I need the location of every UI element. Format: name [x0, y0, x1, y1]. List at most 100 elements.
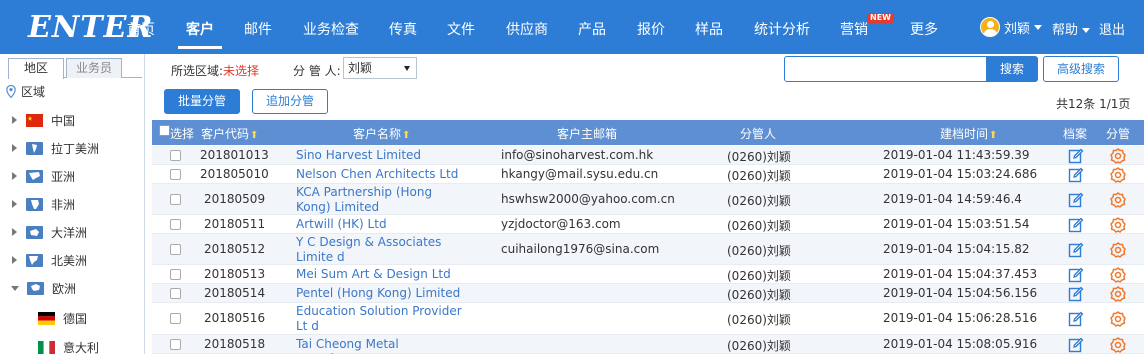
- search-button[interactable]: 搜索: [986, 56, 1038, 82]
- edit-icon[interactable]: [1068, 167, 1084, 183]
- row-checkbox[interactable]: [170, 219, 181, 230]
- nav-more[interactable]: 更多: [910, 19, 938, 39]
- customer-name-link[interactable]: Education Solution Provider Lt d: [296, 304, 468, 334]
- gear-icon[interactable]: [1110, 337, 1126, 353]
- manager-select-value: 刘颖: [348, 61, 373, 75]
- tab-salesperson[interactable]: 业务员: [66, 58, 122, 78]
- customer-name-link[interactable]: Nelson Chen Architects Ltd: [296, 167, 468, 182]
- gear-icon[interactable]: [1110, 286, 1126, 302]
- nav-customers[interactable]: 客户: [186, 19, 214, 39]
- edit-icon[interactable]: [1068, 337, 1084, 353]
- col-archive: 档案: [1063, 127, 1088, 141]
- sidebar-item-label: 欧洲: [52, 281, 77, 296]
- manager-select[interactable]: 刘颖: [343, 57, 417, 79]
- nav-fax[interactable]: 传真: [389, 19, 417, 39]
- customer-name-link[interactable]: Mei Sum Art & Design Ltd: [296, 267, 468, 282]
- select-all-checkbox[interactable]: [159, 125, 170, 136]
- table-row[interactable]: 20180509 KCA Partnership (Hong Kong) Limi…: [152, 184, 1144, 215]
- row-checkbox[interactable]: [170, 339, 181, 350]
- customer-name-link[interactable]: Y C Design & Associates Limite d: [296, 235, 468, 265]
- customer-name-link[interactable]: Tai Cheong Metal Manufactory: [296, 337, 468, 354]
- search-input[interactable]: [784, 56, 988, 82]
- nav-mail[interactable]: 邮件: [244, 19, 272, 39]
- customer-name-link[interactable]: Sino Harvest Limited: [296, 148, 468, 163]
- edit-icon[interactable]: [1068, 267, 1084, 283]
- table-row[interactable]: 20180518 Tai Cheong Metal Manufactory (026…: [152, 335, 1144, 354]
- nav-quotes[interactable]: 报价: [637, 19, 665, 39]
- tab-region[interactable]: 地区: [8, 58, 64, 79]
- gear-icon[interactable]: [1110, 217, 1126, 233]
- row-checkbox[interactable]: [170, 150, 181, 161]
- edit-icon[interactable]: [1068, 217, 1084, 233]
- nav-marketing[interactable]: 营销: [840, 19, 868, 39]
- customer-code: 20180509: [204, 192, 266, 206]
- gear-icon[interactable]: [1110, 311, 1126, 327]
- table-row[interactable]: 201801013 Sino Harvest Limited info@sinoha…: [152, 146, 1144, 165]
- sidebar-item-latin-america[interactable]: 拉丁美洲: [0, 134, 144, 162]
- nav-suppliers[interactable]: 供应商: [506, 19, 548, 39]
- col-customer-code[interactable]: 客户代码⬆: [201, 125, 258, 142]
- help-menu[interactable]: 帮助: [1052, 19, 1091, 38]
- user-menu[interactable]: 刘颖: [980, 17, 1043, 37]
- row-checkbox[interactable]: [170, 244, 181, 255]
- nav-business-check[interactable]: 业务检查: [303, 19, 359, 39]
- edit-icon[interactable]: [1068, 286, 1084, 302]
- batch-assign-button[interactable]: 批量分管: [164, 89, 240, 114]
- row-checkbox[interactable]: [170, 194, 181, 205]
- sidebar-item-europe[interactable]: 欧洲: [0, 274, 144, 302]
- customer-manager: (0260)刘颖: [727, 269, 791, 283]
- chevron-down-icon: [11, 285, 19, 291]
- row-checkbox[interactable]: [170, 313, 181, 324]
- user-name: 刘颖: [1004, 21, 1031, 37]
- table-row[interactable]: 20180512 Y C Design & Associates Limite d…: [152, 234, 1144, 265]
- sidebar-item-label: 德国: [63, 311, 88, 326]
- gear-icon[interactable]: [1110, 242, 1126, 258]
- customer-code: 201805010: [200, 167, 269, 181]
- region-tree-root[interactable]: 区域: [6, 83, 45, 100]
- sidebar-item-asia[interactable]: 亚洲: [0, 162, 144, 190]
- area-value[interactable]: 未选择: [223, 64, 259, 78]
- location-pin-icon: [6, 85, 16, 98]
- sidebar-item-italy[interactable]: 意大利: [0, 333, 144, 354]
- edit-icon[interactable]: [1068, 242, 1084, 258]
- row-checkbox[interactable]: [170, 269, 181, 280]
- edit-icon[interactable]: [1068, 148, 1084, 164]
- table-row[interactable]: 20180514 Pentel (Hong Kong) Limited (0260)…: [152, 284, 1144, 303]
- sidebar-item-china[interactable]: 中国: [0, 106, 144, 134]
- nav-products[interactable]: 产品: [578, 19, 606, 39]
- table-row[interactable]: 20180511 Artwill (HK) Ltd yzjdoctor@163.co…: [152, 215, 1144, 234]
- gear-icon[interactable]: [1110, 192, 1126, 208]
- sidebar-item-germany[interactable]: 德国: [0, 304, 144, 332]
- col-manager: 分管人: [740, 127, 777, 141]
- chevron-right-icon: [12, 228, 17, 236]
- customer-code: 20180512: [204, 242, 266, 256]
- gear-icon[interactable]: [1110, 148, 1126, 164]
- advanced-search-button[interactable]: 高级搜索: [1043, 56, 1119, 82]
- edit-icon[interactable]: [1068, 192, 1084, 208]
- sidebar-item-north-america[interactable]: 北美洲: [0, 246, 144, 274]
- customer-name-link[interactable]: KCA Partnership (Hong Kong) Limited: [296, 185, 468, 215]
- table-row[interactable]: 20180516 Education Solution Provider Lt d…: [152, 303, 1144, 335]
- logout-link[interactable]: 退出: [1099, 19, 1125, 38]
- gear-icon[interactable]: [1110, 167, 1126, 183]
- nav-samples[interactable]: 样品: [695, 19, 723, 39]
- nav-home[interactable]: 首页: [127, 19, 155, 39]
- created-time: 2019-01-04 11:43:59.39: [883, 148, 1030, 162]
- sidebar-item-label: 非洲: [51, 197, 76, 212]
- table-row[interactable]: 20180513 Mei Sum Art & Design Ltd (0260)刘颖…: [152, 265, 1144, 284]
- row-checkbox[interactable]: [170, 169, 181, 180]
- customer-name-link[interactable]: Artwill (HK) Ltd: [296, 217, 468, 232]
- nav-files[interactable]: 文件: [447, 19, 475, 39]
- edit-icon[interactable]: [1068, 311, 1084, 327]
- row-checkbox[interactable]: [170, 288, 181, 299]
- sidebar-item-africa[interactable]: 非洲: [0, 190, 144, 218]
- col-customer-name[interactable]: 客户名称⬆: [353, 125, 410, 142]
- col-created-time[interactable]: 建档时间⬆: [940, 125, 997, 142]
- customer-name-link[interactable]: Pentel (Hong Kong) Limited: [296, 286, 468, 301]
- active-nav-indicator: [178, 46, 222, 49]
- table-row[interactable]: 201805010 Nelson Chen Architects Ltd hkang…: [152, 165, 1144, 184]
- add-assign-button[interactable]: 追加分管: [252, 89, 328, 114]
- sidebar-item-oceania[interactable]: 大洋洲: [0, 218, 144, 246]
- nav-statistics[interactable]: 统计分析: [754, 19, 810, 39]
- gear-icon[interactable]: [1110, 267, 1126, 283]
